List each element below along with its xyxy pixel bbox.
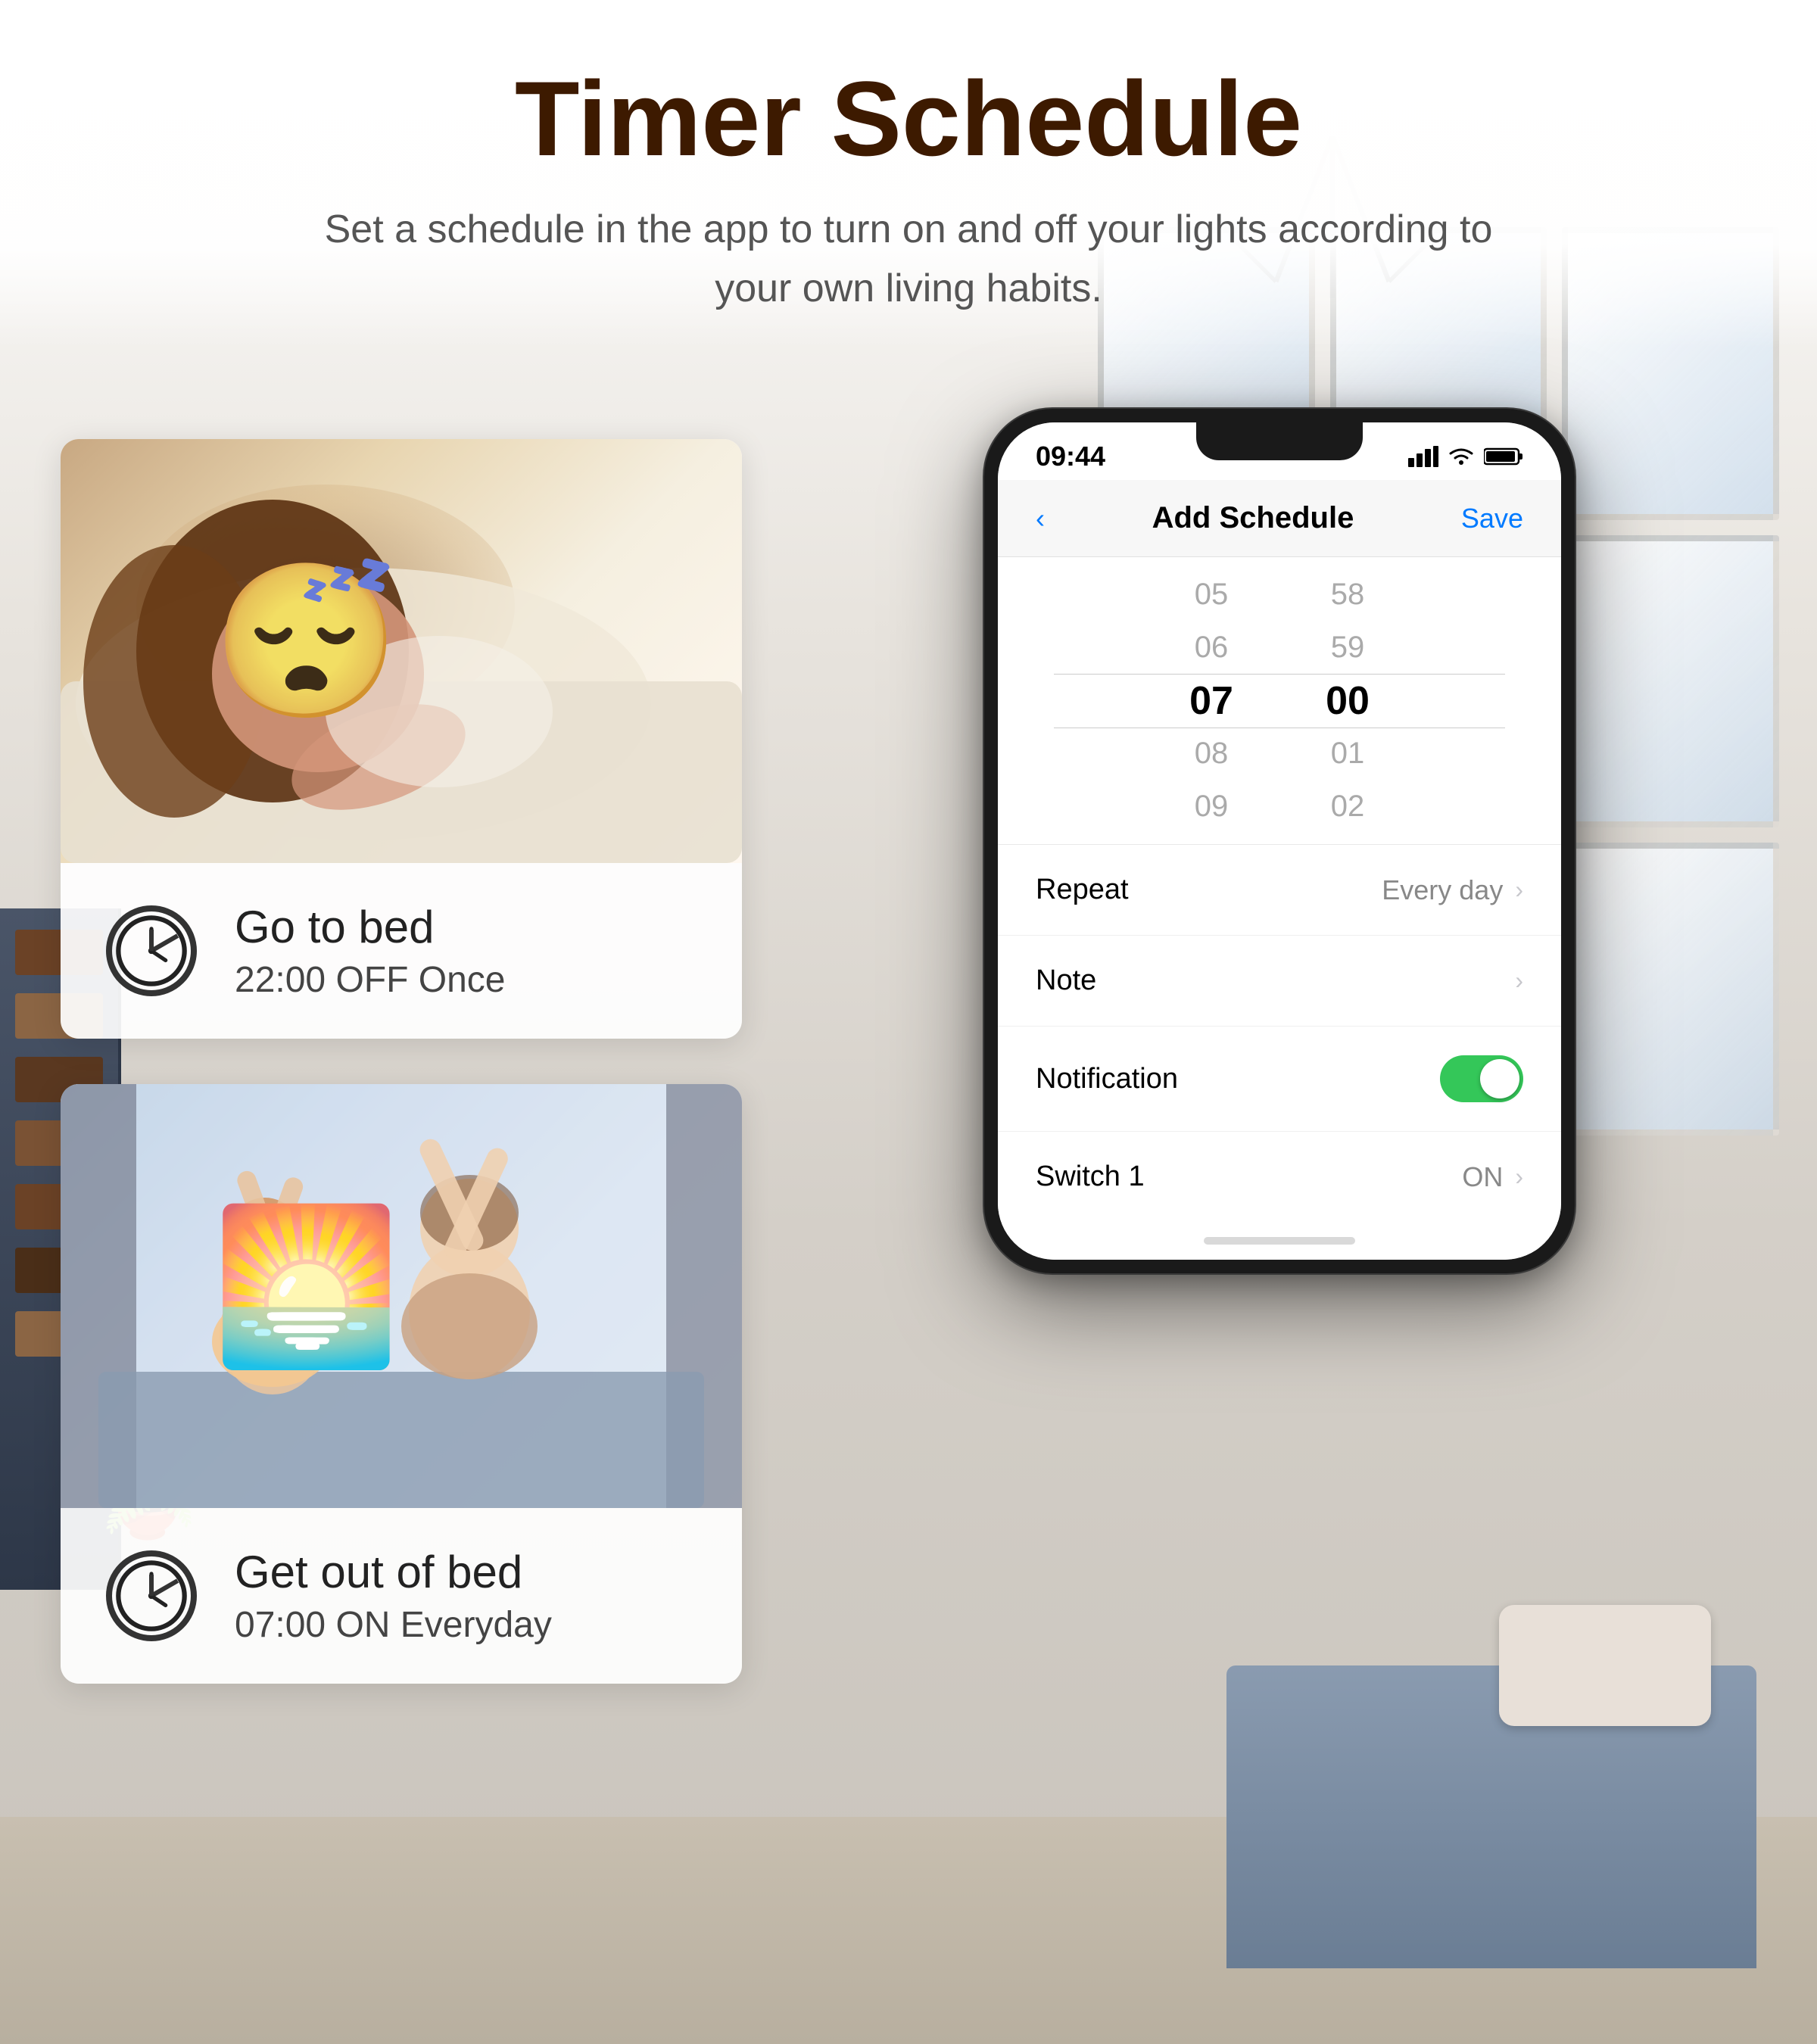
hour-05: 05	[1143, 569, 1279, 622]
hour-09: 09	[1143, 781, 1279, 833]
phone-mockup: 09:44	[984, 409, 1575, 1273]
repeat-chevron: ›	[1515, 876, 1523, 904]
repeat-value: Every day	[1382, 874, 1503, 906]
hours-column[interactable]: 05 06 07 08 09	[1143, 569, 1279, 833]
nav-title: Add Schedule	[1152, 501, 1354, 535]
switch1-row[interactable]: Switch 1 ON ›	[998, 1132, 1561, 1222]
nav-bar: ‹ Add Schedule Save	[998, 480, 1561, 557]
notification-label: Notification	[1036, 1063, 1178, 1095]
cards-column: Go to bed 22:00 OFF Once	[61, 394, 742, 1684]
repeat-label: Repeat	[1036, 874, 1129, 906]
time-picker[interactable]: 05 06 07 08 09 58 59 00 01	[998, 557, 1561, 845]
wifi-icon	[1448, 446, 1475, 467]
hour-08: 08	[1143, 728, 1279, 781]
toggle-knob	[1480, 1059, 1519, 1098]
card-detail-2: 07:00 ON Everyday	[235, 1604, 552, 1646]
get-out-of-bed-card: Get out of bed 07:00 ON Everyday	[61, 1084, 742, 1684]
phone-notch	[1196, 422, 1363, 460]
sleeping-image	[61, 439, 742, 863]
card-label-2: Get out of bed	[235, 1546, 552, 1598]
clock-svg-2	[112, 1556, 191, 1635]
hour-07-selected: 07	[1143, 675, 1279, 728]
signal-icon	[1408, 446, 1438, 467]
phone-column: 09:44	[803, 394, 1756, 1273]
note-value-group: ›	[1515, 967, 1523, 995]
clock-icon-1	[106, 905, 197, 996]
battery-icon	[1484, 447, 1523, 466]
minute-02: 02	[1279, 781, 1416, 833]
go-to-bed-card: Go to bed 22:00 OFF Once	[61, 439, 742, 1039]
main-layout: Go to bed 22:00 OFF Once	[0, 348, 1817, 1729]
card-detail-1: 22:00 OFF Once	[235, 959, 506, 1001]
home-bar	[1204, 1237, 1355, 1245]
repeat-row[interactable]: Repeat Every day ›	[998, 845, 1561, 936]
switch1-value: ON	[1462, 1161, 1503, 1193]
picker-columns: 05 06 07 08 09 58 59 00 01	[998, 572, 1561, 829]
notification-value-group	[1440, 1055, 1523, 1102]
switch1-chevron: ›	[1515, 1163, 1523, 1191]
note-row[interactable]: Note ›	[998, 936, 1561, 1027]
switch1-value-group: ON ›	[1462, 1161, 1523, 1193]
card-bottom-2: Get out of bed 07:00 ON Everyday	[61, 1508, 742, 1684]
header-section: Timer Schedule Set a schedule in the app…	[0, 0, 1817, 348]
card-label-1: Go to bed	[235, 901, 506, 953]
settings-section: Repeat Every day › Note ›	[998, 845, 1561, 1222]
repeat-value-group: Every day ›	[1382, 874, 1523, 906]
hour-06: 06	[1143, 622, 1279, 675]
morning-image	[61, 1084, 742, 1508]
minute-01: 01	[1279, 728, 1416, 781]
sleeping-illustration	[61, 439, 742, 863]
phone-screen: 09:44	[998, 422, 1561, 1260]
save-button[interactable]: Save	[1461, 503, 1523, 534]
card-text-2: Get out of bed 07:00 ON Everyday	[235, 1546, 552, 1646]
minute-58: 58	[1279, 569, 1416, 622]
card-bottom-1: Go to bed 22:00 OFF Once	[61, 863, 742, 1039]
minutes-column[interactable]: 58 59 00 01 02	[1279, 569, 1416, 833]
minute-00-selected: 00	[1279, 675, 1416, 728]
minute-59: 59	[1279, 622, 1416, 675]
page-content: Timer Schedule Set a schedule in the app…	[0, 0, 1817, 1729]
notification-toggle[interactable]	[1440, 1055, 1523, 1102]
card-text-1: Go to bed 22:00 OFF Once	[235, 901, 506, 1001]
notification-row[interactable]: Notification	[998, 1027, 1561, 1132]
status-time: 09:44	[1036, 441, 1105, 472]
clock-icon-2	[106, 1550, 197, 1641]
page-subtitle: Set a schedule in the app to turn on and…	[303, 200, 1514, 318]
status-icons	[1408, 446, 1523, 467]
note-chevron: ›	[1515, 967, 1523, 995]
clock-svg	[112, 911, 191, 990]
switch1-label: Switch 1	[1036, 1161, 1145, 1193]
note-label: Note	[1036, 964, 1096, 997]
home-indicator-area	[998, 1222, 1561, 1260]
page-title: Timer Schedule	[151, 61, 1666, 177]
back-button[interactable]: ‹	[1036, 503, 1045, 534]
morning-illustration	[61, 1084, 742, 1508]
